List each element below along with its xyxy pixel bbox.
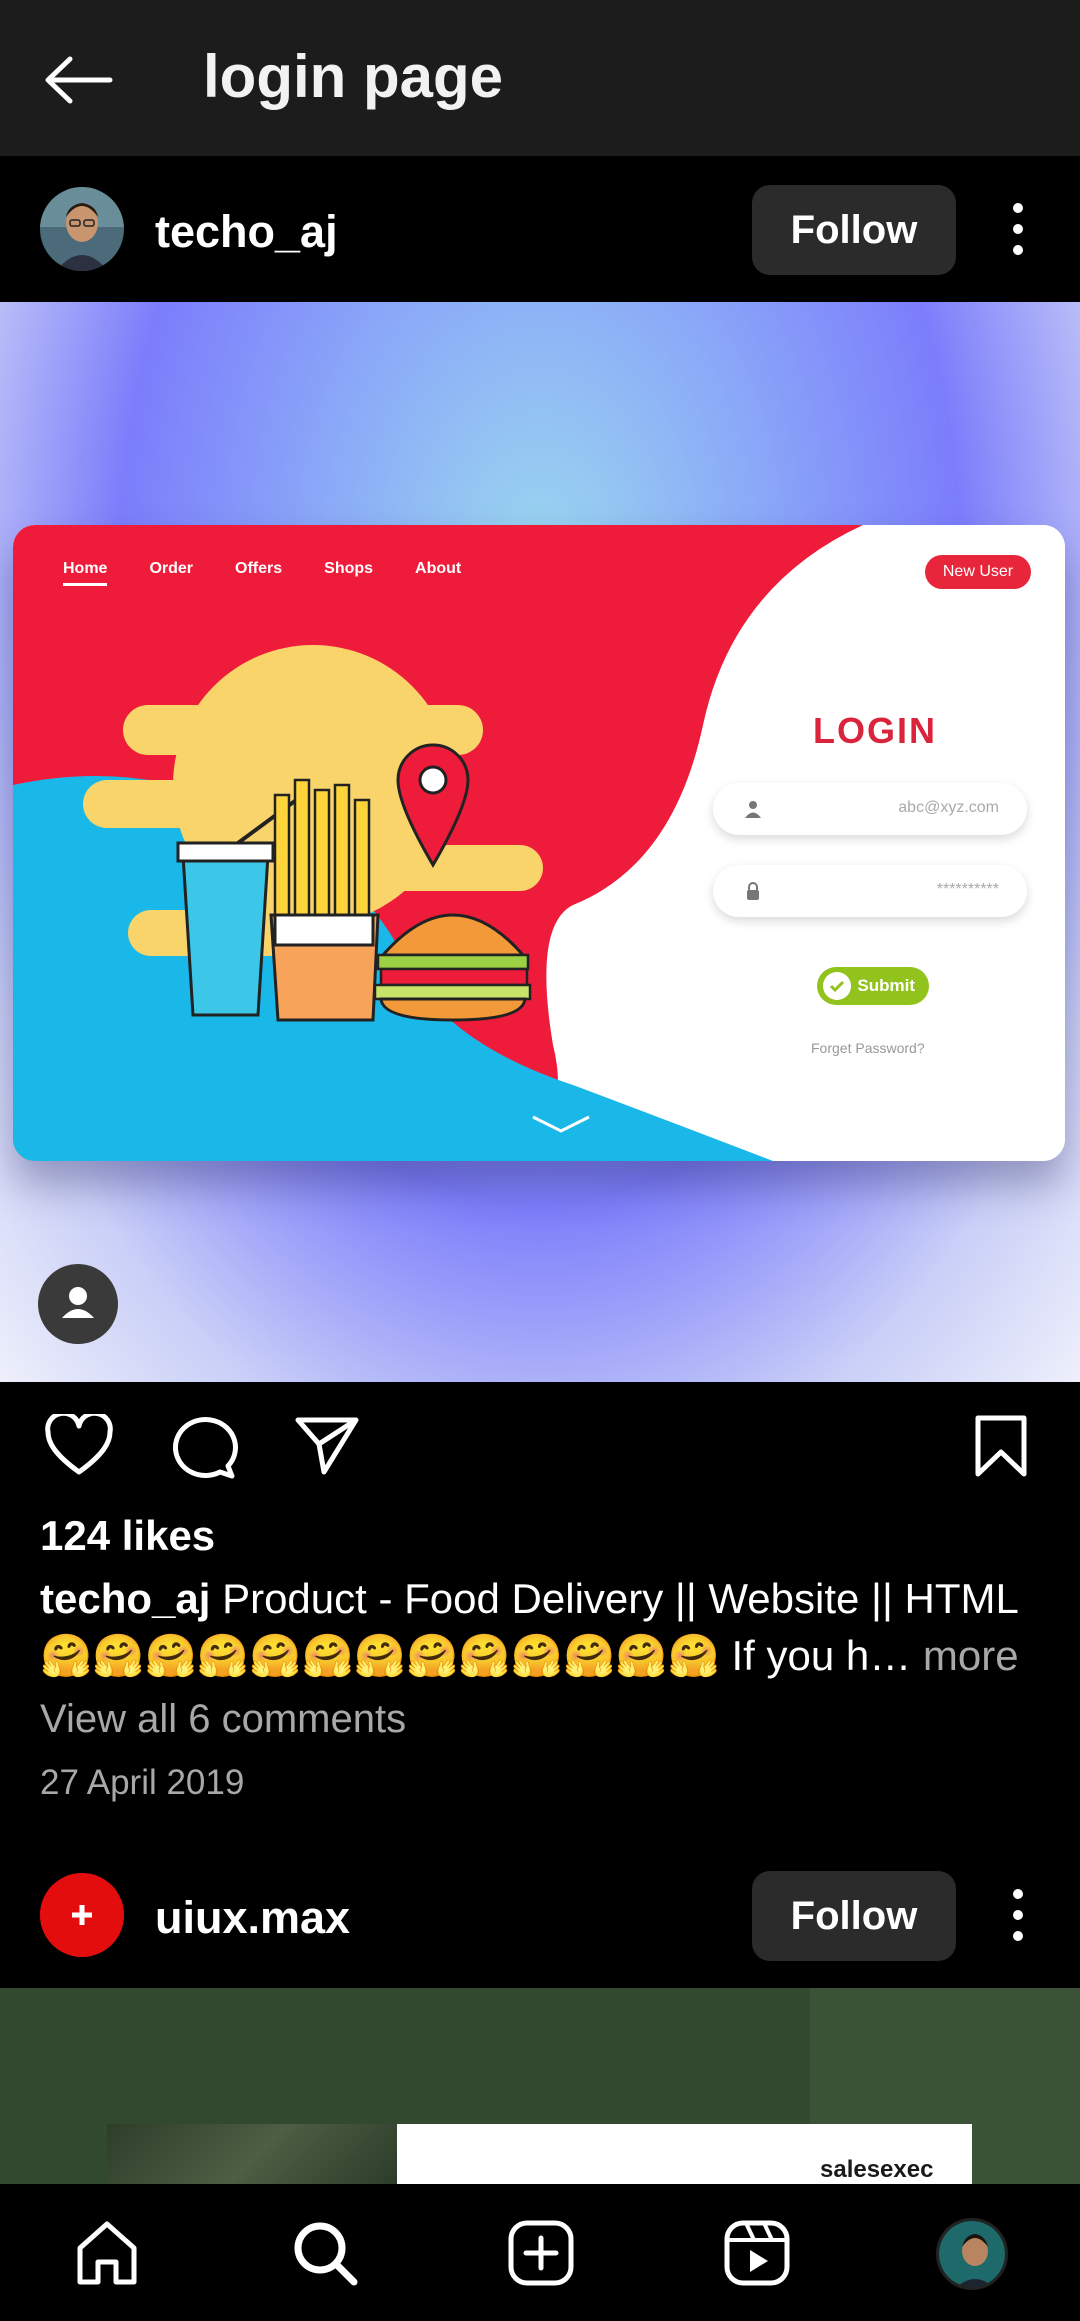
comment-icon[interactable] <box>170 1414 238 1480</box>
tagged-users-icon[interactable] <box>38 1264 118 1344</box>
media-brand-logo: salesexec <box>820 2156 934 2183</box>
more-options-icon[interactable] <box>1000 1885 1036 1945</box>
mockup-password-field: ********** <box>713 865 1027 917</box>
mockup-nav: Home Order Offers Shops About <box>63 560 462 586</box>
caption-username[interactable]: techo_aj <box>40 1575 210 1622</box>
follow-button[interactable]: Follow <box>752 185 956 275</box>
avatar[interactable] <box>40 1873 124 1957</box>
page-title: login page <box>203 43 503 110</box>
mockup-nav-home: Home <box>63 560 108 586</box>
mockup-new-user: New User <box>925 555 1031 589</box>
mockup-forgot-password: Forget Password? <box>811 1040 925 1056</box>
arrow-left-icon[interactable] <box>40 45 120 115</box>
mockup-background <box>13 525 1065 1161</box>
mockup-submit-button: Submit <box>817 967 929 1005</box>
profile-avatar[interactable] <box>936 2218 1008 2290</box>
user-icon <box>745 801 761 818</box>
post-media[interactable]: Home Order Offers Shops About New User L… <box>0 302 1080 1382</box>
mockup-nav-order: Order <box>149 560 194 577</box>
post-media[interactable]: salesexec <box>0 1988 1080 2188</box>
avatar[interactable] <box>40 187 124 271</box>
post-header: techo_aj Follow <box>0 156 1080 302</box>
mockup-email-placeholder: abc@xyz.com <box>898 799 999 816</box>
heart-icon[interactable] <box>44 1414 114 1476</box>
mockup-email-field: abc@xyz.com <box>713 783 1027 835</box>
post-username[interactable]: uiux.max <box>155 1892 350 1944</box>
bottom-navigation <box>0 2184 1080 2321</box>
mockup-nav-shops: Shops <box>324 560 374 577</box>
mockup-nav-offers: Offers <box>235 560 283 577</box>
lock-icon <box>747 882 759 900</box>
post-actions <box>0 1400 1080 1490</box>
mockup-submit-label: Submit <box>857 976 915 995</box>
post-username[interactable]: techo_aj <box>155 206 338 258</box>
create-icon[interactable] <box>506 2218 576 2288</box>
search-icon[interactable] <box>290 2218 360 2288</box>
app-bar: login page <box>0 0 1080 156</box>
follow-button[interactable]: Follow <box>752 1871 956 1961</box>
view-comments-link[interactable]: View all 6 comments <box>40 1697 406 1742</box>
media-photo <box>107 2124 397 2188</box>
likes-count[interactable]: 124 likes <box>40 1512 215 1560</box>
bookmark-icon[interactable] <box>974 1414 1028 1478</box>
post-header: uiux.max Follow <box>0 1842 1080 1988</box>
mockup-login-title: LOGIN <box>813 710 937 751</box>
home-icon[interactable] <box>72 2218 142 2288</box>
more-options-icon[interactable] <box>1000 199 1036 259</box>
caption-more-link[interactable]: more <box>911 1632 1019 1679</box>
login-page-mockup: Home Order Offers Shops About New User L… <box>13 525 1065 1161</box>
check-icon <box>823 972 851 1000</box>
post-caption: techo_aj Product - Food Delivery || Webs… <box>40 1570 1050 1684</box>
plus-logo-icon <box>40 1873 124 1957</box>
share-icon[interactable] <box>294 1414 360 1476</box>
reels-icon[interactable] <box>722 2218 792 2288</box>
mockup-password-placeholder: ********** <box>936 881 999 898</box>
post-date: 27 April 2019 <box>40 1763 245 1802</box>
mockup-nav-about: About <box>415 560 462 577</box>
